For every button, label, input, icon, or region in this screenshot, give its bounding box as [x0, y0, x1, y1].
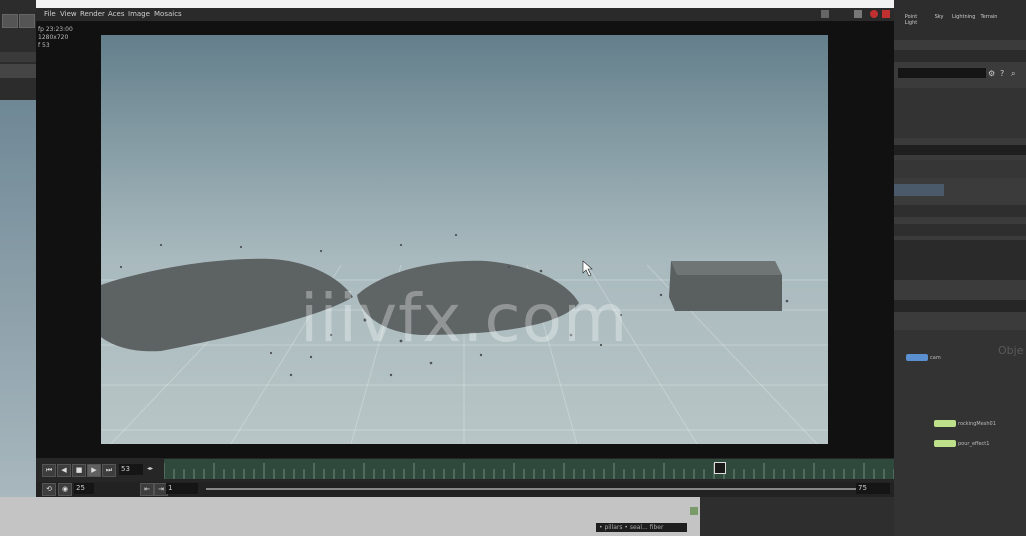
flipbook-window: File View Render Aces Image Mosaics fp 2…: [36, 0, 895, 497]
shelf-tool-sky[interactable]: Sky: [930, 14, 948, 20]
window-icon[interactable]: [821, 10, 829, 18]
step-arrows-icon[interactable]: ◂▸: [147, 465, 153, 472]
pin-icon[interactable]: [854, 10, 862, 18]
network-context-label: Obje: [998, 344, 1024, 357]
range-start-icon[interactable]: ⇤: [140, 483, 154, 496]
status-line: • pillars • seal... fiber: [596, 523, 687, 532]
node-label: rockingMesh01: [958, 421, 996, 427]
menu-mosaics[interactable]: Mosaics: [154, 10, 182, 18]
node-pour-effect[interactable]: [934, 440, 956, 447]
parameter-row[interactable]: [894, 205, 1026, 217]
parameter-row[interactable]: [894, 160, 1026, 178]
go-to-end-button[interactable]: ⏭: [102, 464, 116, 477]
parameter-row[interactable]: [894, 224, 1026, 236]
right-panel: Point Light Sky Lightning Terrain ⚙ ? ⌕ …: [894, 0, 1026, 536]
realtime-icon[interactable]: ◉: [58, 483, 72, 496]
mouse-cursor: [582, 260, 593, 277]
range-end-field[interactable]: 75: [856, 483, 890, 494]
hud-line: f 53: [38, 42, 50, 49]
left-panel: [0, 0, 36, 536]
grid-icon[interactable]: [690, 507, 698, 515]
node-rocking-mesh[interactable]: [934, 420, 956, 427]
range-start-field[interactable]: 1: [166, 483, 198, 494]
ruler-ticks: [163, 463, 895, 479]
render-viewport[interactable]: [101, 35, 828, 444]
path-field[interactable]: [898, 68, 986, 78]
hud-line: 1280x720: [38, 34, 69, 41]
bottom-panel-dark: [690, 497, 894, 536]
menu-aces[interactable]: Aces: [108, 10, 124, 18]
shelf-tool-terrain[interactable]: Terrain: [980, 14, 998, 20]
settings-icon[interactable]: ⚙: [988, 69, 995, 78]
parameter-area: [894, 240, 1026, 280]
play-backward-button[interactable]: ◀: [57, 464, 71, 477]
left-toolbar[interactable]: [0, 52, 36, 62]
close-icon[interactable]: [882, 10, 890, 18]
fps-field[interactable]: 25: [74, 483, 94, 494]
help-icon[interactable]: ?: [1000, 69, 1004, 78]
left-toolbar[interactable]: [0, 64, 36, 78]
hud-overlay: fp 23:23:00 1280x720 f 53: [38, 26, 73, 50]
parameter-row[interactable]: [894, 145, 1026, 155]
shelf-tool-point-light[interactable]: Point Light: [902, 14, 920, 26]
menu-render[interactable]: Render: [80, 10, 105, 18]
search-icon[interactable]: ⌕: [1011, 69, 1015, 79]
loop-icon[interactable]: ⟲: [42, 483, 56, 496]
node-cam[interactable]: [906, 354, 928, 361]
parameters-area: [894, 88, 1026, 138]
left-viewport[interactable]: [0, 100, 36, 500]
network-editor[interactable]: Obje cam rockingMesh01 pour_effect1: [894, 330, 1026, 536]
range-slider[interactable]: [206, 488, 856, 490]
stop-button[interactable]: ■: [72, 464, 86, 477]
flipbook-titlebar[interactable]: [36, 0, 894, 8]
current-frame-field[interactable]: 53: [119, 464, 143, 475]
menu-view[interactable]: View: [60, 10, 77, 18]
hud-line: fp 23:23:00: [38, 26, 73, 33]
menu-image[interactable]: Image: [128, 10, 150, 18]
shelf-toolbar: Point Light Sky Lightning Terrain: [894, 0, 1026, 40]
panel-header: [894, 50, 1026, 62]
range-bar: ⟲ ◉ 25 ⇤ ⇥ 1 75: [36, 482, 894, 497]
left-tool-icon[interactable]: [19, 14, 35, 28]
watermark: iiivfx.com: [300, 280, 629, 357]
playhead[interactable]: [714, 462, 726, 474]
go-to-start-button[interactable]: ⏮: [42, 464, 56, 477]
menu-file[interactable]: File: [44, 10, 56, 18]
record-icon[interactable]: [870, 10, 878, 18]
node-label: cam: [930, 355, 941, 361]
render-image: [101, 233, 828, 444]
shelf-tool-lightning[interactable]: Lightning: [952, 14, 975, 20]
play-forward-button[interactable]: ▶: [87, 464, 101, 477]
node-label: pour_effect1: [958, 441, 990, 447]
bottom-panel: [0, 497, 700, 536]
frame-ruler[interactable]: [163, 459, 895, 479]
left-tool-icon[interactable]: [2, 14, 18, 28]
parameter-slider[interactable]: [894, 184, 944, 196]
network-path-bar[interactable]: [894, 300, 1026, 312]
flipbook-menubar: File View Render Aces Image Mosaics: [36, 8, 894, 21]
